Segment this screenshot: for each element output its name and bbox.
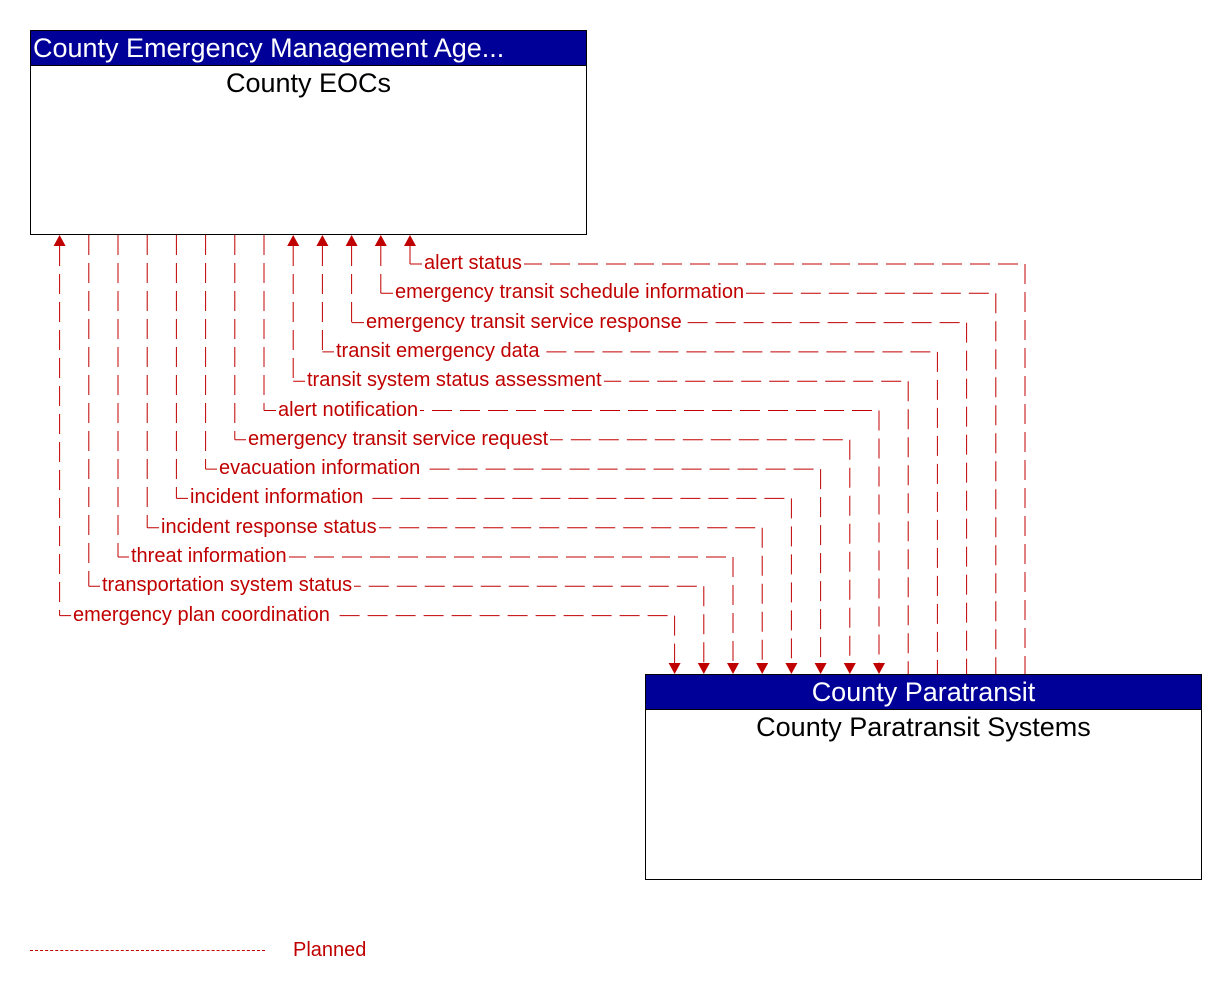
flow-label[interactable]: emergency transit service request <box>246 427 551 450</box>
flow-label[interactable]: emergency transit schedule information <box>393 281 747 304</box>
arrow-up-icon <box>404 235 416 246</box>
flow-label[interactable]: threat information <box>129 545 289 567</box>
legend-planned-label: Planned <box>293 939 367 961</box>
arrow-up-icon <box>374 235 387 246</box>
arrow-down-icon <box>727 663 739 674</box>
flow-label[interactable]: transit emergency data <box>334 339 542 362</box>
arrow-down-icon <box>873 663 885 674</box>
arrow-down-icon <box>668 663 681 674</box>
flow-label[interactable]: incident response status <box>159 515 379 538</box>
arrow-up-icon <box>287 235 300 246</box>
arrow-down-icon <box>843 663 856 674</box>
arrow-down-icon <box>814 663 827 674</box>
flow-label[interactable]: transit system status assessment <box>305 369 604 392</box>
flow-label[interactable]: transportation system status <box>100 574 355 597</box>
arrow-down-icon <box>756 663 769 674</box>
flow-label[interactable]: emergency transit service response <box>364 310 684 333</box>
arrow-down-icon <box>785 663 798 674</box>
flow-label[interactable]: alert notification <box>276 398 421 421</box>
arrow-up-icon <box>316 235 329 246</box>
arrow-up-icon <box>345 235 358 246</box>
arrow-up-icon <box>53 235 66 246</box>
flow-label[interactable]: incident information <box>188 486 366 509</box>
flow-lines <box>53 235 1026 674</box>
legend-planned-line <box>30 950 265 951</box>
flow-label[interactable]: evacuation information <box>217 457 423 480</box>
flow-label[interactable]: alert status <box>422 252 524 274</box>
flow-label[interactable]: emergency plan coordination <box>71 603 332 626</box>
arrow-down-icon <box>697 663 710 674</box>
